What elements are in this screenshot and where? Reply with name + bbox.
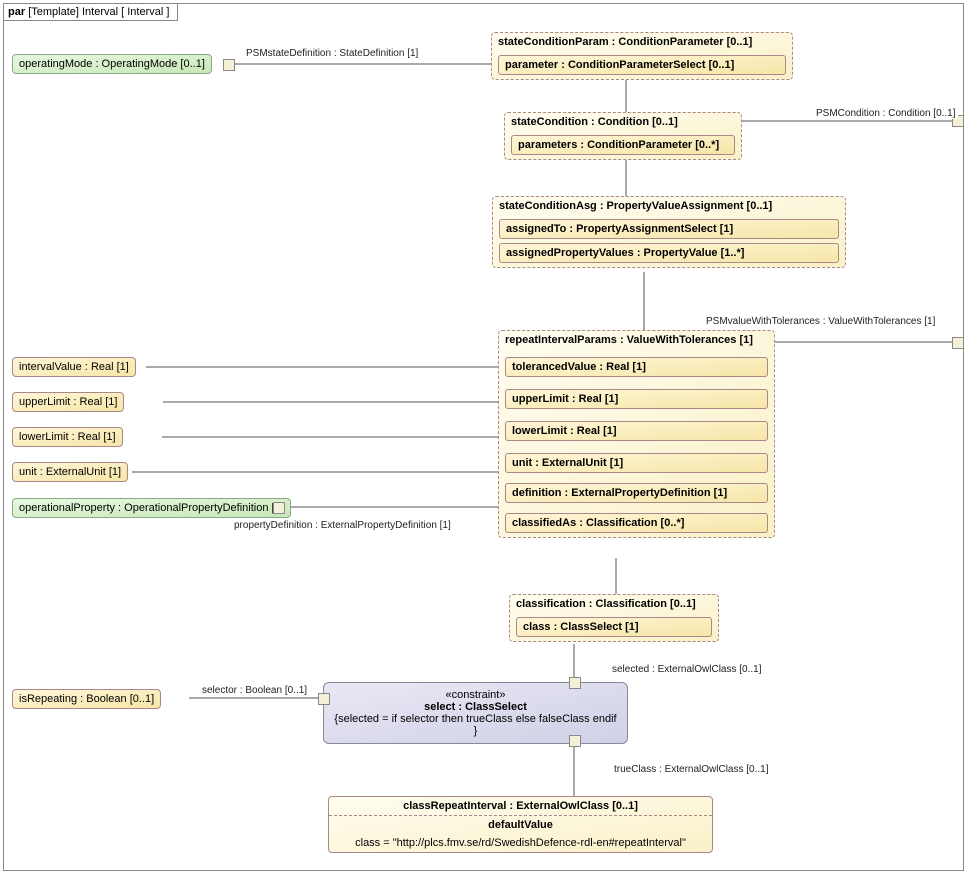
- port-psm-value-with-tolerances: [952, 337, 964, 349]
- label-unit-left: unit : ExternalUnit [1]: [19, 466, 121, 478]
- box-class-repeat-interval: classRepeatInterval : ExternalOwlClass […: [328, 796, 713, 853]
- inner-assigned-property-values: assignedPropertyValues : PropertyValue […: [499, 243, 839, 263]
- title-state-condition-param: stateConditionParam : ConditionParameter…: [492, 33, 792, 51]
- label-true-class: trueClass : ExternalOwlClass [0..1]: [612, 764, 771, 775]
- label-is-repeating: isRepeating : Boolean [0..1]: [19, 693, 154, 705]
- inner-unit: unit : ExternalUnit [1]: [505, 453, 768, 473]
- constraint-name: select : ClassSelect: [334, 701, 617, 713]
- inner-toleranced-value: tolerancedValue : Real [1]: [505, 357, 768, 377]
- constraint-select: «constraint» select : ClassSelect {selec…: [323, 682, 628, 744]
- box-upper-limit-left: upperLimit : Real [1]: [12, 392, 124, 412]
- box-lower-limit-left: lowerLimit : Real [1]: [12, 427, 123, 447]
- title-repeat-interval-params: repeatIntervalParams : ValueWithToleranc…: [499, 331, 774, 349]
- body-class-repeat-interval: class = "http://plcs.fmv.se/rd/SwedishDe…: [329, 834, 712, 852]
- frame-label: par [Template] Interval [ Interval ]: [4, 4, 178, 21]
- title-classification: classification : Classification [0..1]: [510, 595, 718, 613]
- label-psm-condition: PSMCondition : Condition [0..1]: [814, 108, 958, 119]
- label-operating-mode: operatingMode : OperatingMode [0..1]: [19, 58, 205, 70]
- title-state-condition-asg: stateConditionAsg : PropertyValueAssignm…: [493, 197, 845, 215]
- box-is-repeating: isRepeating : Boolean [0..1]: [12, 689, 161, 709]
- inner-parameter: parameter : ConditionParameterSelect [0.…: [498, 55, 786, 75]
- label-psm-state-definition: PSMstateDefinition : StateDefinition [1]: [244, 48, 420, 59]
- port-selector: [318, 693, 330, 705]
- inner-definition: definition : ExternalPropertyDefinition …: [505, 483, 768, 503]
- box-operational-property: operationalProperty : OperationalPropert…: [12, 498, 291, 518]
- box-interval-value: intervalValue : Real [1]: [12, 357, 136, 377]
- section-default-value: defaultValue: [329, 816, 712, 834]
- container-state-condition-asg: stateConditionAsg : PropertyValueAssignm…: [492, 196, 846, 268]
- box-unit-left: unit : ExternalUnit [1]: [12, 462, 128, 482]
- box-operating-mode: operatingMode : OperatingMode [0..1]: [12, 54, 212, 74]
- title-state-condition: stateCondition : Condition [0..1]: [505, 113, 741, 131]
- container-state-condition-param: stateConditionParam : ConditionParameter…: [491, 32, 793, 80]
- label-upper-limit-left: upperLimit : Real [1]: [19, 396, 117, 408]
- container-classification: classification : Classification [0..1] c…: [509, 594, 719, 642]
- port-selected: [569, 677, 581, 689]
- constraint-body: {selected = if selector then trueClass e…: [334, 713, 617, 737]
- inner-upper-limit: upperLimit : Real [1]: [505, 389, 768, 409]
- label-selector: selector : Boolean [0..1]: [200, 685, 309, 696]
- label-operational-property: operationalProperty : OperationalPropert…: [19, 502, 284, 514]
- frame-name: [ Interval ]: [121, 6, 169, 18]
- inner-parameters: parameters : ConditionParameter [0..*]: [511, 135, 735, 155]
- container-repeat-interval-params: repeatIntervalParams : ValueWithToleranc…: [498, 330, 775, 538]
- inner-lower-limit: lowerLimit : Real [1]: [505, 421, 768, 441]
- inner-class: class : ClassSelect [1]: [516, 617, 712, 637]
- constraint-stereotype: «constraint»: [334, 689, 617, 701]
- title-class-repeat-interval: classRepeatInterval : ExternalOwlClass […: [329, 797, 712, 816]
- inner-classified-as: classifiedAs : Classification [0..*]: [505, 513, 768, 533]
- label-interval-value: intervalValue : Real [1]: [19, 361, 129, 373]
- inner-assigned-to: assignedTo : PropertyAssignmentSelect [1…: [499, 219, 839, 239]
- port-operating-mode: [223, 59, 235, 71]
- port-operational-property: [273, 502, 285, 514]
- diagram-frame: par [Template] Interval [ Interval ]: [3, 3, 964, 871]
- frame-kind: par: [8, 6, 25, 18]
- frame-template: [Template] Interval: [28, 6, 118, 18]
- port-true-class: [569, 735, 581, 747]
- container-state-condition: stateCondition : Condition [0..1] parame…: [504, 112, 742, 160]
- label-psm-value-with-tolerances: PSMvalueWithTolerances : ValueWithTolera…: [704, 316, 937, 327]
- label-selected: selected : ExternalOwlClass [0..1]: [610, 664, 764, 675]
- label-lower-limit-left: lowerLimit : Real [1]: [19, 431, 116, 443]
- label-property-definition: propertyDefinition : ExternalPropertyDef…: [232, 520, 453, 531]
